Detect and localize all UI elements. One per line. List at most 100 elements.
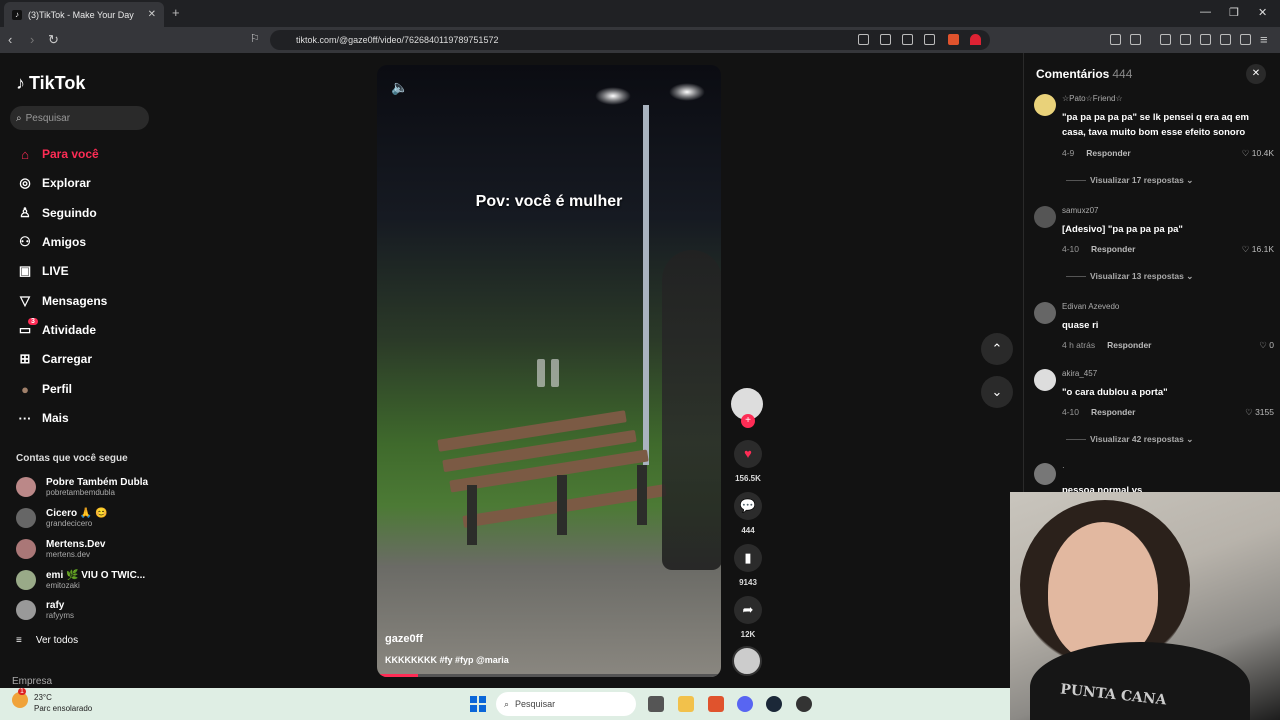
nav-mais[interactable]: ··· Mais <box>16 408 69 428</box>
comment-text: [Adesivo] "pa pa pa pa pa" <box>1062 224 1183 235</box>
brave-rewards-icon[interactable] <box>970 34 981 45</box>
nav-explorar[interactable]: ◎ Explorar <box>16 173 90 193</box>
view-replies-button[interactable]: Visualizar 42 respostas ⌄ <box>1066 434 1193 445</box>
close-comments-icon[interactable]: ✕ <box>1246 64 1266 84</box>
previous-video-button[interactable]: ⌃ <box>981 333 1013 365</box>
reload-icon[interactable]: ↻ <box>48 32 59 48</box>
reply-button[interactable]: Responder <box>1107 340 1151 350</box>
avatar[interactable] <box>1034 206 1056 228</box>
weather-widget[interactable]: 1 23°C Parc ensolarado <box>12 688 93 714</box>
nav-atividade[interactable]: ▭ 3 Atividade <box>16 318 96 340</box>
view-replies-button[interactable]: Visualizar 17 respostas ⌄ <box>1066 175 1193 186</box>
share-icon[interactable]: ➦ <box>734 596 762 624</box>
translate-off-icon[interactable] <box>858 34 869 45</box>
back-icon[interactable]: ‹ <box>8 32 12 47</box>
nav-amigos[interactable]: ⚇ Amigos <box>16 232 86 252</box>
live-icon: ▣ <box>18 263 32 278</box>
new-tab-icon[interactable]: + <box>172 5 180 20</box>
brave-browser-icon[interactable] <box>708 696 724 712</box>
comment-user[interactable]: ☆Pato☆Friend☆ <box>1062 94 1123 103</box>
following-account[interactable]: rafy rafyyms <box>16 596 74 624</box>
reply-button[interactable]: Responder <box>1091 407 1135 417</box>
next-video-button[interactable]: ⌄ <box>981 376 1013 408</box>
sidebar-icon[interactable] <box>1180 34 1191 45</box>
comment-icon[interactable]: 💬 <box>734 492 762 520</box>
wallet-icon[interactable] <box>1200 34 1211 45</box>
avatar <box>16 539 36 559</box>
comment-text: quase ri <box>1062 320 1099 331</box>
tiktok-logo[interactable]: ♪ TikTok <box>16 73 85 94</box>
comment-likes[interactable]: ♡ 10.4K <box>1242 148 1274 159</box>
leo-ai-icon[interactable] <box>1220 34 1231 45</box>
following-account[interactable]: Cicero 🙏 😊 grandecicero <box>16 504 108 532</box>
comment-date: 4-10 <box>1062 407 1080 417</box>
discord-icon[interactable] <box>737 696 753 712</box>
translate-icon[interactable] <box>880 34 891 45</box>
avatar[interactable] <box>1034 463 1056 485</box>
nav-label: Mais <box>42 411 69 425</box>
brave-shield-icon[interactable] <box>948 34 959 45</box>
following-icon: ♙ <box>19 205 31 220</box>
tab-close-icon[interactable]: ✕ <box>148 9 156 20</box>
footer-company-link[interactable]: Empresa <box>12 676 52 687</box>
volume-icon[interactable]: 🔈 <box>391 79 408 96</box>
browser-tab[interactable]: ♪ (3)TikTok - Make Your Day ✕ <box>4 2 164 27</box>
windows-start-icon[interactable] <box>470 696 486 712</box>
reply-button[interactable]: Responder <box>1091 244 1135 254</box>
reply-button[interactable]: Responder <box>1086 148 1130 158</box>
bookmark-icon[interactable]: ▮ <box>734 544 762 572</box>
view-replies-button[interactable]: Visualizar 13 respostas ⌄ <box>1066 271 1193 282</box>
avatar[interactable] <box>1034 302 1056 324</box>
extensions-icon[interactable] <box>1110 34 1121 45</box>
video-username[interactable]: gaze0ff <box>385 633 423 645</box>
see-all-button[interactable]: ≡ Ver todos <box>16 635 78 646</box>
like-icon[interactable]: ♥ <box>734 440 762 468</box>
home-icon: ⌂ <box>21 146 29 162</box>
menu-icon[interactable]: ≡ <box>1260 32 1268 47</box>
comment-likes[interactable]: ♡ 3155 <box>1245 407 1274 418</box>
task-view-icon[interactable] <box>648 696 664 712</box>
following-account[interactable]: Pobre Também Dubla pobretambemdubla <box>16 473 148 501</box>
screenshot-icon[interactable] <box>1130 34 1141 45</box>
nav-carregar[interactable]: ⊞ Carregar <box>16 349 92 369</box>
follow-plus-icon[interactable]: + <box>741 414 755 428</box>
taskbar-search-input[interactable]: ⌕ Pesquisar <box>496 692 636 716</box>
obs-icon[interactable] <box>796 696 812 712</box>
avatar[interactable] <box>1034 94 1056 116</box>
share-icon[interactable] <box>924 34 935 45</box>
video-player[interactable]: 🔈 Pov: você é mulher gaze0ff KKKKKKKK #f… <box>377 65 721 677</box>
avatar[interactable] <box>1034 369 1056 391</box>
nav-para-voce[interactable]: ⌂ Para você <box>16 144 99 164</box>
comment-likes[interactable]: ♡ 16.1K <box>1242 244 1274 255</box>
nav-perfil[interactable]: ● Perfil <box>16 379 72 399</box>
sidebar: ♪ TikTok ⌕ Pesquisar ⌂ Para você ◎ Explo… <box>0 53 160 688</box>
cast-icon[interactable] <box>902 34 913 45</box>
sound-disc-icon[interactable] <box>732 646 762 676</box>
comment-user[interactable]: samuxz07 <box>1062 206 1098 215</box>
window-close-icon[interactable]: ✕ <box>1258 6 1267 19</box>
comment-user[interactable]: akira_457 <box>1062 369 1097 378</box>
maximize-icon[interactable]: ❐ <box>1229 6 1239 19</box>
nav-live[interactable]: ▣ LIVE <box>16 261 69 281</box>
search-input[interactable]: ⌕ Pesquisar <box>10 106 149 130</box>
bookmark-icon[interactable]: ⚐ <box>250 32 260 45</box>
comment-user[interactable]: · <box>1062 463 1065 472</box>
nav-seguindo[interactable]: ♙ Seguindo <box>16 203 97 223</box>
vpn-icon[interactable] <box>1240 34 1251 45</box>
comments-count: 444 <box>1112 67 1133 81</box>
video-progress-bar[interactable] <box>377 674 721 677</box>
file-explorer-icon[interactable] <box>678 696 694 712</box>
pause-icon[interactable] <box>537 359 563 387</box>
following-account[interactable]: emi 🌿 VIU O TWIC... emitozaki <box>16 566 145 594</box>
like-count: 10.4K <box>1251 148 1274 158</box>
following-account[interactable]: Mertens.Dev mertens.dev <box>16 535 105 563</box>
comment-user[interactable]: Edivan Azevedo <box>1062 302 1119 311</box>
comment-likes[interactable]: ♡ 0 <box>1259 340 1274 351</box>
forward-icon[interactable]: › <box>30 32 34 47</box>
steam-icon[interactable] <box>766 696 782 712</box>
media-icon[interactable] <box>1160 34 1171 45</box>
nav-label: Para você <box>42 147 99 161</box>
nav-mensagens[interactable]: ▽ Mensagens <box>16 291 107 311</box>
minimize-icon[interactable]: — <box>1200 6 1211 18</box>
weather-condition: Parc ensolarado <box>34 704 93 713</box>
